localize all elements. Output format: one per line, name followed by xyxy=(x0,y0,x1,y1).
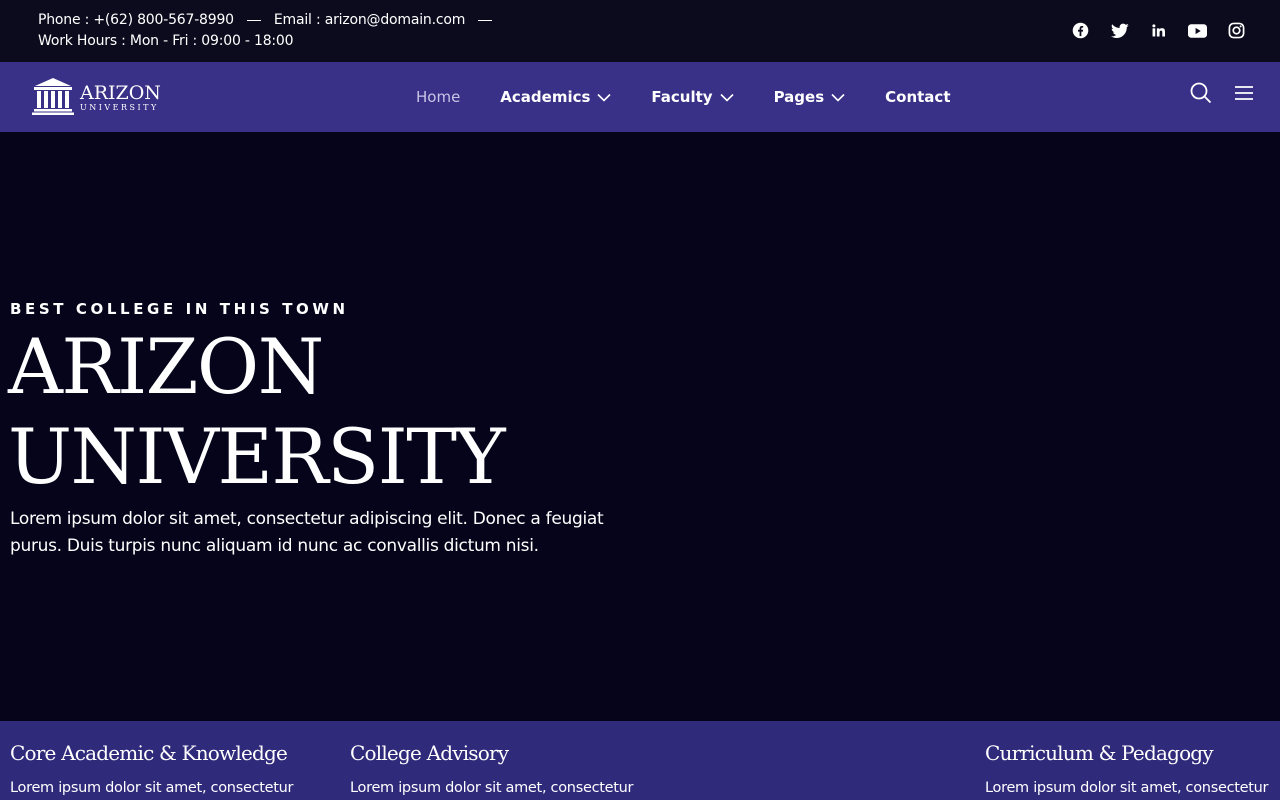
nav-item-academics[interactable]: Academics xyxy=(500,88,611,106)
feature-title: Core Academic & Knowledge xyxy=(10,741,288,765)
main-menu: Home Academics Faculty Pages Contact xyxy=(416,62,991,132)
top-bar: Phone : +(62) 800-567-8990 Email : arizo… xyxy=(0,0,1280,62)
social-links xyxy=(1071,21,1246,40)
feature-title: College Advisory xyxy=(350,741,509,765)
hamburger-menu-icon[interactable] xyxy=(1233,82,1255,108)
nav-item-label: Academics xyxy=(500,88,591,106)
columns-building-icon xyxy=(31,77,75,119)
feature-card-college-advisory: College Advisory Lorem ipsum dolor sit a… xyxy=(350,739,650,798)
nav-item-label: Faculty xyxy=(651,88,713,106)
instagram-icon[interactable] xyxy=(1227,21,1246,40)
hero-description: Lorem ipsum dolor sit amet, consectetur … xyxy=(10,509,604,556)
facebook-icon[interactable] xyxy=(1071,21,1090,40)
chevron-down-icon xyxy=(720,93,734,102)
hero-title: ARIZON UNIVERSITY xyxy=(8,322,506,502)
hero-title-line-1: ARIZON xyxy=(8,322,324,411)
youtube-icon[interactable] xyxy=(1188,21,1207,40)
logo-name: ARIZON xyxy=(80,81,161,104)
divider xyxy=(478,20,493,21)
hero-title-line-2: UNIVERSITY xyxy=(8,412,506,501)
phone-text[interactable]: Phone : +(62) 800-567-8990 xyxy=(38,10,234,31)
work-hours-text: Work Hours : Mon - Fri : 09:00 - 18:00 xyxy=(38,33,294,49)
chevron-down-icon xyxy=(831,93,845,102)
nav-item-label: Home xyxy=(416,88,461,106)
logo-subtitle: UNIVERSITY xyxy=(80,102,159,112)
hero-section: BEST COLLEGE IN THIS TOWN ARIZON UNIVERS… xyxy=(0,132,1280,721)
divider xyxy=(246,20,261,21)
contact-info: Phone : +(62) 800-567-8990 Email : arizo… xyxy=(38,10,505,52)
hero-kicker: BEST COLLEGE IN THIS TOWN xyxy=(10,300,349,318)
main-navbar: ARIZON UNIVERSITY Home Academics Faculty… xyxy=(0,62,1280,132)
chevron-down-icon xyxy=(597,93,611,102)
feature-text: Lorem ipsum dolor sit amet, consectetur xyxy=(10,780,294,796)
nav-item-label: Contact xyxy=(885,88,951,106)
nav-item-home[interactable]: Home xyxy=(416,88,460,106)
feature-text: Lorem ipsum dolor sit amet, consectetur xyxy=(350,780,634,796)
features-strip: Core Academic & Knowledge Lorem ipsum do… xyxy=(0,721,1280,800)
linkedin-icon[interactable] xyxy=(1149,21,1168,40)
twitter-icon[interactable] xyxy=(1110,21,1129,40)
nav-item-contact[interactable]: Contact xyxy=(885,88,950,106)
nav-actions xyxy=(1190,82,1255,108)
site-logo[interactable]: ARIZON UNIVERSITY xyxy=(31,77,161,119)
search-icon[interactable] xyxy=(1190,82,1212,108)
feature-text: Lorem ipsum dolor sit amet, consectetur xyxy=(985,780,1269,796)
nav-item-faculty[interactable]: Faculty xyxy=(651,88,734,106)
nav-item-pages[interactable]: Pages xyxy=(774,88,846,106)
feature-title: Curriculum & Pedagogy xyxy=(985,741,1214,765)
feature-card-core-academic: Core Academic & Knowledge Lorem ipsum do… xyxy=(10,739,310,798)
feature-card-curriculum: Curriculum & Pedagogy Lorem ipsum dolor … xyxy=(985,739,1280,798)
nav-item-label: Pages xyxy=(773,88,825,106)
email-text[interactable]: Email : arizon@domain.com xyxy=(274,10,465,31)
